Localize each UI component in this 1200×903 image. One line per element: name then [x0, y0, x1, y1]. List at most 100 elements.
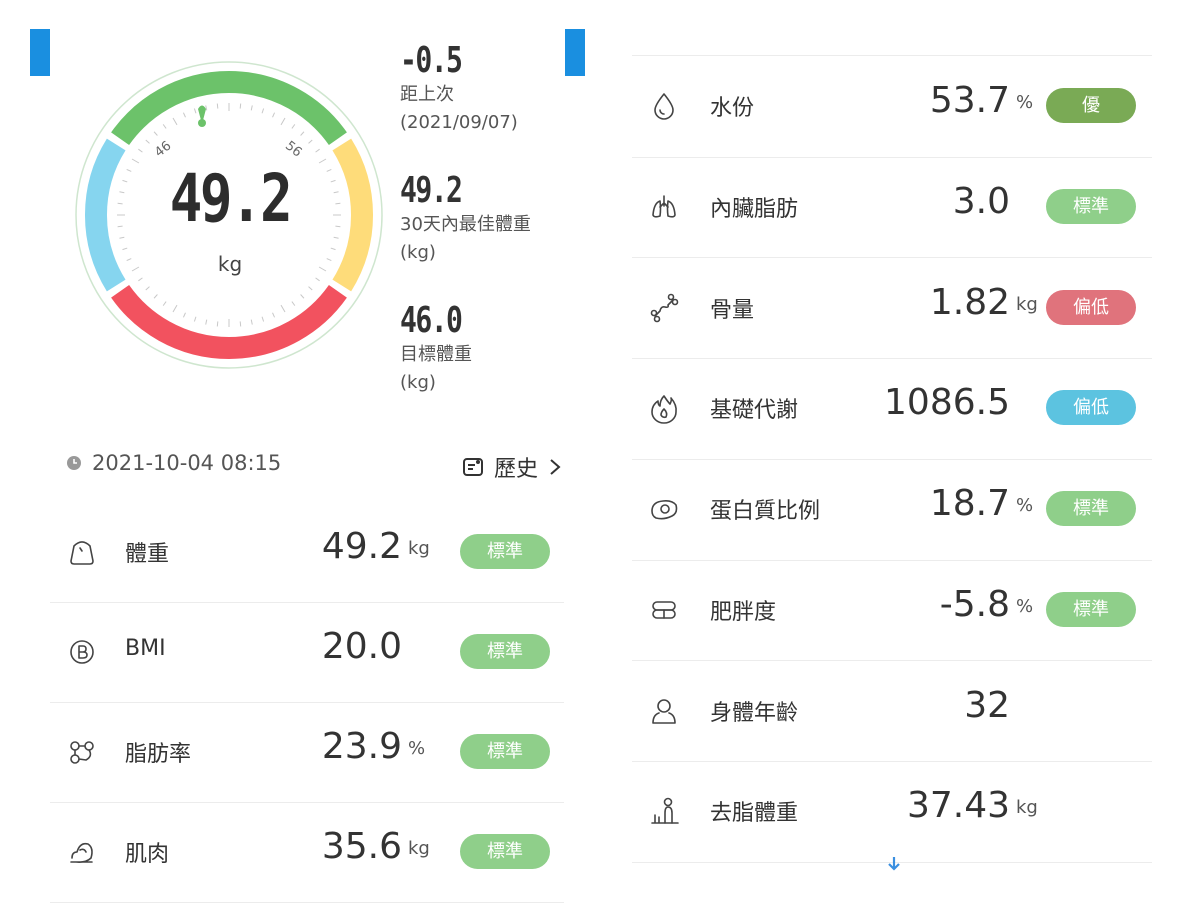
metric-unit: kg	[1016, 293, 1038, 315]
gauge-tick	[117, 225, 123, 228]
metric-row[interactable]: 身體年齡 32	[632, 660, 1152, 760]
lean-mass-icon	[648, 795, 680, 827]
metric-status-badge: 標準	[460, 734, 550, 769]
left-accent-bar	[30, 29, 50, 76]
metric-row[interactable]: 蛋白質比例 18.7% 標準	[632, 459, 1152, 559]
stat-best-unit: (kg)	[400, 242, 436, 263]
metric-row[interactable]: 水份 53.7% 優	[632, 56, 1152, 156]
row-divider	[632, 55, 1152, 56]
metric-name: 身體年齡	[710, 700, 799, 726]
metric-status-badge: 標準	[460, 634, 550, 669]
gauge-tick	[300, 294, 305, 299]
gauge-tick	[119, 236, 125, 239]
body-fat-icon	[66, 736, 98, 768]
metric-row[interactable]: 骨量 1.82 kg 偏低	[632, 257, 1152, 357]
lungs-icon	[648, 191, 680, 223]
stat-target-label: 目標體重	[400, 344, 472, 365]
bone-icon	[648, 292, 680, 324]
metric-row[interactable]: BMI 20.0 標準	[50, 602, 564, 702]
metric-unit: %	[1016, 92, 1034, 114]
metric-name: 水份	[710, 96, 755, 122]
metric-row[interactable]: 肌肉 35.6 kg 標準	[50, 802, 564, 902]
gauge-tick	[315, 148, 320, 153]
gauge-pointer-icon	[198, 105, 206, 127]
metric-status-badge: 優	[1046, 88, 1136, 124]
gauge-tick	[193, 108, 197, 114]
metric-name: 脂肪率	[125, 742, 192, 767]
gauge-tick	[315, 277, 320, 282]
metric-status-badge: 標準	[460, 534, 550, 569]
gauge-tick	[300, 131, 305, 136]
history-button[interactable]: 歷史	[462, 451, 562, 483]
stat-best-label: 30天內最佳體重	[400, 214, 531, 235]
metric-row[interactable]: 內臟脂肪 3.0 標準	[632, 157, 1152, 257]
metric-value: -5.8	[939, 583, 1010, 625]
gauge-tick	[131, 158, 140, 164]
gauge-tick	[272, 112, 276, 118]
metric-value: 32	[964, 684, 1010, 726]
metric-status-badge: 標準	[460, 834, 550, 869]
metric-value: 37.43	[906, 785, 1010, 827]
stat-target-weight: 46.0 目標體重 (kg)	[400, 300, 479, 397]
gauge-tick	[182, 312, 186, 318]
gauge-tick	[261, 108, 265, 114]
metric-value: 1086.5	[884, 382, 1010, 424]
gauge-tick	[291, 301, 296, 306]
gauge-tick	[291, 124, 296, 129]
gauge-tick	[205, 319, 208, 325]
metric-value: 35.6	[321, 826, 402, 867]
weight-icon	[66, 536, 98, 568]
stat-best-value: 49.2	[400, 170, 463, 211]
metric-status-badge: 標準	[1046, 189, 1136, 225]
muscle-icon	[66, 836, 98, 868]
gauge-tick	[122, 247, 128, 251]
stat-change: -0.5 距上次 (2021/09/07)	[400, 40, 518, 137]
stat-change-value: -0.5	[400, 40, 463, 81]
gauge-tick	[138, 148, 143, 153]
gauge-tick	[145, 286, 150, 291]
history-label: 歷史	[494, 457, 539, 482]
gauge-tick	[326, 168, 332, 172]
gauge-tick	[182, 112, 186, 118]
stat-target-unit: (kg)	[400, 372, 436, 393]
metric-row[interactable]: 肥胖度 -5.8% 標準	[632, 560, 1152, 660]
gauge-tick	[335, 202, 341, 205]
metric-unit: kg	[1016, 797, 1038, 819]
current-weight: 49.2	[169, 160, 293, 237]
metric-value: 1.82	[929, 281, 1010, 323]
metric-row[interactable]: 體重 49.2 kg 標準	[50, 502, 564, 602]
metric-name: 肥胖度	[710, 599, 777, 625]
protein-icon	[648, 493, 680, 525]
measurement-time: 2021-10-04 08:15	[66, 451, 281, 475]
gauge-tick	[172, 304, 178, 313]
metric-row[interactable]: 基礎代謝 1086.5 偏低	[632, 358, 1152, 458]
obesity-icon	[648, 594, 680, 626]
metric-row[interactable]: 去脂體重 37.43 kg	[632, 761, 1152, 861]
water-drop-icon	[648, 90, 680, 122]
gauge-tick	[126, 168, 132, 172]
metric-row[interactable]: 脂肪率 23.9% 標準	[50, 702, 564, 802]
gauge-tick	[239, 103, 242, 109]
scroll-down-arrow-icon[interactable]	[886, 855, 902, 873]
flame-icon	[648, 392, 680, 425]
stat-target-value: 46.0	[400, 300, 463, 341]
gauge-tick	[216, 321, 219, 327]
gauge-tick	[162, 124, 167, 129]
gauge-tick	[193, 316, 197, 322]
metric-unit: %	[408, 738, 426, 759]
measurement-time-text: 2021-10-04 08:15	[92, 451, 282, 475]
gauge-tick	[145, 139, 150, 144]
gauge-tick	[280, 117, 286, 126]
clock-icon	[67, 456, 81, 470]
gauge-tick	[280, 304, 286, 313]
body-age-icon	[648, 695, 680, 727]
gauge-tick	[330, 179, 336, 183]
bmi-icon	[66, 636, 98, 668]
metric-unit: %	[1016, 495, 1034, 517]
metric-value: 18.7	[929, 483, 1010, 525]
metric-unit: %	[1016, 595, 1034, 617]
metric-name: 去脂體重	[710, 801, 799, 827]
gauge-tick	[272, 312, 276, 318]
gauge-tick	[318, 158, 327, 164]
current-weight-unit: kg	[217, 252, 243, 276]
